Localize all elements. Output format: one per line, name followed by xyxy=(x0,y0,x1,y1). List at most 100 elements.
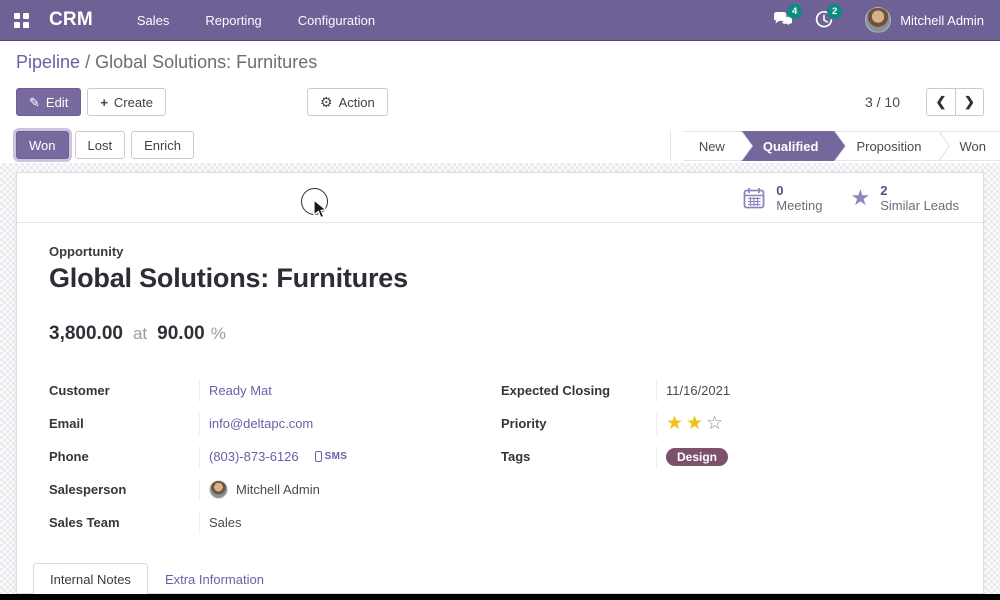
similar-leads-stat-button[interactable]: ★ 2 Similar Leads xyxy=(837,173,974,222)
nav-item-reporting[interactable]: Reporting xyxy=(191,1,275,40)
enrich-button[interactable]: Enrich xyxy=(131,131,194,159)
meeting-stat-text: 0 Meeting xyxy=(776,183,822,213)
meeting-stat-button[interactable]: 0 Meeting xyxy=(728,173,836,222)
app-brand[interactable]: CRM xyxy=(49,9,93,31)
send-sms-button[interactable]: SMS xyxy=(315,451,348,462)
expected-revenue-row: 3,800.00 at 90.00 % xyxy=(49,323,951,345)
calendar-icon xyxy=(742,186,766,210)
email-label: Email xyxy=(49,416,199,431)
nav-item-sales[interactable]: Sales xyxy=(123,1,184,40)
pager-prev-button[interactable]: ❮ xyxy=(927,89,955,115)
breadcrumb-current: Global Solutions: Furnitures xyxy=(95,52,317,72)
similar-leads-stat-text: 2 Similar Leads xyxy=(880,183,959,213)
gear-icon: ⚙ xyxy=(320,96,333,109)
probability-value: 90.00 xyxy=(157,323,205,345)
tab-internal-notes[interactable]: Internal Notes xyxy=(33,563,148,596)
phone-label: Phone xyxy=(49,449,199,464)
at-word: at xyxy=(133,324,147,344)
pipeline-stagebar: New Qualified Proposition Won xyxy=(670,131,1000,161)
field-row-phone: Phone (803)-873-6126 SMS xyxy=(49,440,501,473)
crm-app-window: CRM Sales Reporting Configuration 4 2 xyxy=(0,0,1000,600)
create-button[interactable]: + Create xyxy=(87,88,166,116)
action-button[interactable]: ⚙ Action xyxy=(307,88,388,116)
tag-design[interactable]: Design xyxy=(666,448,728,466)
edit-button[interactable]: ✎ Edit xyxy=(16,88,81,116)
priority-star-1[interactable]: ★ xyxy=(666,414,683,433)
mark-won-button[interactable]: Won xyxy=(16,131,69,159)
control-panel: Pipeline / Global Solutions: Furnitures … xyxy=(0,41,1000,163)
field-row-customer: Customer Ready Mat xyxy=(49,374,501,407)
priority-label: Priority xyxy=(501,416,656,431)
field-column-left: Customer Ready Mat Email info@deltapc.co… xyxy=(49,374,501,539)
edit-create-buttons: ✎ Edit + Create xyxy=(16,88,166,116)
user-menu[interactable]: Mitchell Admin xyxy=(865,7,984,33)
messages-count-badge: 4 xyxy=(787,4,802,19)
priority-star-3[interactable]: ☆ xyxy=(706,414,723,433)
opportunity-title: Global Solutions: Furnitures xyxy=(49,263,951,294)
record-pager: 3 / 10 ❮ ❯ xyxy=(865,88,984,116)
salesperson-avatar xyxy=(209,480,228,499)
breadcrumb-separator: / xyxy=(85,52,90,72)
meeting-count: 0 xyxy=(776,183,822,198)
stat-button-bar: 0 Meeting ★ 2 Similar Leads xyxy=(17,173,983,223)
pager-buttons: ❮ ❯ xyxy=(926,88,984,116)
expected-closing-label: Expected Closing xyxy=(501,383,656,398)
breadcrumb: Pipeline / Global Solutions: Furnitures xyxy=(16,52,317,73)
priority-star-2[interactable]: ★ xyxy=(686,414,703,433)
notebook-tabs: Internal Notes Extra Information xyxy=(17,563,983,596)
messages-icon[interactable]: 4 xyxy=(767,0,801,40)
field-group: Customer Ready Mat Email info@deltapc.co… xyxy=(49,374,951,539)
mouse-cursor xyxy=(313,199,328,220)
tags-label: Tags xyxy=(501,449,656,464)
pager-next-button[interactable]: ❯ xyxy=(955,89,983,115)
field-row-tags: Tags Design xyxy=(501,440,951,473)
star-icon: ★ xyxy=(851,187,871,209)
field-row-expected-closing: Expected Closing 11/16/2021 xyxy=(501,374,951,407)
meeting-label: Meeting xyxy=(776,198,822,213)
form-sheet: 0 Meeting ★ 2 Similar Leads Opportunity … xyxy=(16,172,984,594)
expected-closing-value[interactable]: 11/16/2021 xyxy=(666,383,730,398)
nav-right-section: 4 2 Mitchell Admin xyxy=(767,0,1000,40)
sales-team-value[interactable]: Sales xyxy=(209,515,242,530)
salesperson-name[interactable]: Mitchell Admin xyxy=(236,482,320,497)
customer-link[interactable]: Ready Mat xyxy=(209,383,272,398)
pager-count: 3 / 10 xyxy=(865,94,900,110)
mobile-phone-icon xyxy=(315,451,322,462)
stage-new[interactable]: New xyxy=(683,131,741,161)
phone-link[interactable]: (803)-873-6126 xyxy=(209,449,299,464)
activities-icon[interactable]: 2 xyxy=(807,0,841,40)
field-row-email: Email info@deltapc.com xyxy=(49,407,501,440)
mark-lost-button[interactable]: Lost xyxy=(75,131,126,159)
main-background: 0 Meeting ★ 2 Similar Leads Opportunity … xyxy=(0,163,1000,600)
user-avatar xyxy=(865,7,891,33)
record-type-label: Opportunity xyxy=(49,244,951,259)
user-name: Mitchell Admin xyxy=(900,13,984,28)
pencil-icon: ✎ xyxy=(29,96,40,109)
status-action-buttons: Won Lost Enrich xyxy=(16,131,194,159)
breadcrumb-pipeline-link[interactable]: Pipeline xyxy=(16,52,80,72)
nav-menu: Sales Reporting Configuration xyxy=(123,1,389,40)
similar-leads-label: Similar Leads xyxy=(880,198,959,213)
plus-icon: + xyxy=(100,96,108,109)
sms-label: SMS xyxy=(325,451,348,462)
chevron-right-icon: ❯ xyxy=(964,94,975,110)
screen-bottom-letterbox xyxy=(0,594,1000,600)
stage-proposition[interactable]: Proposition xyxy=(834,131,937,161)
field-row-sales-team: Sales Team Sales xyxy=(49,506,501,539)
similar-leads-count: 2 xyxy=(880,183,959,198)
sales-team-label: Sales Team xyxy=(49,515,199,530)
percent-sign: % xyxy=(211,324,226,344)
apps-grid-icon[interactable] xyxy=(14,13,29,28)
stage-qualified[interactable]: Qualified xyxy=(741,131,835,161)
nav-item-configuration[interactable]: Configuration xyxy=(284,1,389,40)
expected-revenue: 3,800.00 xyxy=(49,323,123,345)
field-column-right: Expected Closing 11/16/2021 Priority ★ ★… xyxy=(501,374,951,539)
customer-label: Customer xyxy=(49,383,199,398)
email-link[interactable]: info@deltapc.com xyxy=(209,416,313,431)
opportunity-sheet: Opportunity Global Solutions: Furnitures… xyxy=(17,223,983,539)
tab-extra-information[interactable]: Extra Information xyxy=(148,563,281,596)
chevron-left-icon: ❮ xyxy=(936,94,947,110)
salesperson-label: Salesperson xyxy=(49,482,199,497)
field-row-priority: Priority ★ ★ ☆ xyxy=(501,407,951,440)
activities-count-badge: 2 xyxy=(827,4,842,19)
